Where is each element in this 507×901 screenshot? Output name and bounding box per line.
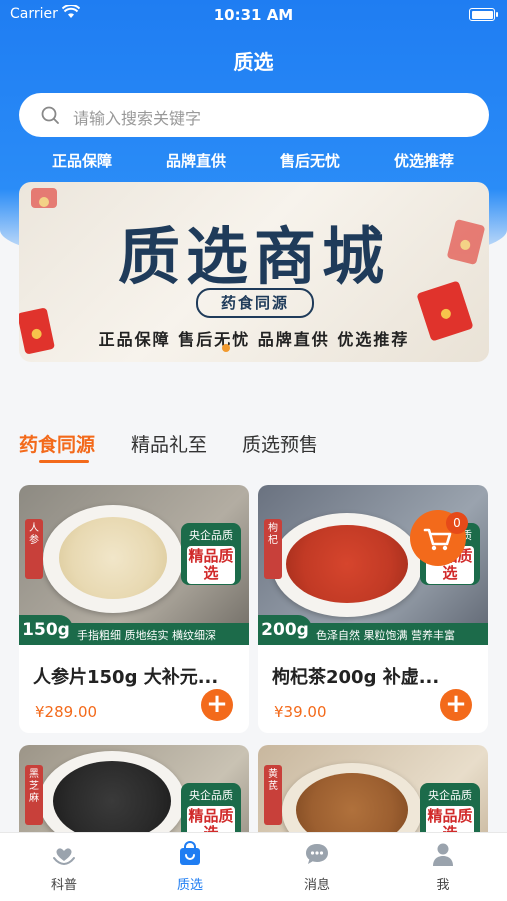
product-image: 人参 央企品质 精品质选 150g 手指粗细 质地结实 横纹细深 <box>19 485 249 645</box>
chat-bubble-icon <box>306 844 328 864</box>
product-weight: 200g <box>258 615 312 645</box>
banner-subtitle: 药食同源 <box>196 288 314 318</box>
feature-brand-direct: 品牌直供 <box>165 152 226 170</box>
product-card[interactable]: 黑芝麻 央企品质 精品质选 <box>19 745 249 845</box>
ginseng-slices <box>59 517 167 599</box>
tab-premium-gifts[interactable]: 精品礼至 <box>131 430 207 457</box>
red-envelope-icon <box>31 188 57 208</box>
feature-after-sales: 售后无忧 <box>279 152 340 170</box>
tabbar-item-select[interactable]: 质选 <box>150 841 230 893</box>
product-image: 黄芪 央企品质 精品质选 <box>258 745 488 845</box>
product-spec-strip: 200g 色泽自然 果粒饱满 营养丰富 <box>258 615 488 645</box>
product-price: ¥39.00 <box>274 703 327 721</box>
badge-top-text: 央企品质 <box>428 789 472 802</box>
side-tag: 黑芝麻 <box>25 765 43 825</box>
side-tag: 黄芪 <box>264 765 282 825</box>
search-icon <box>41 106 59 124</box>
feature-genuine: 正品保障 <box>51 152 112 170</box>
product-spec-strip: 150g 手指粗细 质地结实 横纹细深 <box>19 615 249 645</box>
product-card[interactable]: 黄芪 央企品质 精品质选 <box>258 745 488 845</box>
status-time: 10:31 AM <box>213 6 294 24</box>
plate-image <box>43 505 183 613</box>
add-to-cart-button[interactable]: + <box>201 689 233 721</box>
tabbar-item-messages[interactable]: 消息 <box>277 841 357 893</box>
status-bar: Carrier 10:31 AM <box>0 0 507 30</box>
side-tag: 人参 <box>25 519 43 579</box>
plate-image <box>272 513 422 617</box>
product-weight: 150g <box>19 615 73 645</box>
tabbar-label: 我 <box>436 878 450 893</box>
tabbar-label: 质选 <box>176 878 203 893</box>
banner-title: 质选商城 <box>117 220 390 293</box>
badge-main-text: 精品质选 <box>187 546 235 584</box>
product-feature-desc: 色泽自然 果粒饱满 营养丰富 <box>316 629 455 642</box>
product-name: 人参片150g 大补元... <box>33 667 219 688</box>
tab-food-medicine[interactable]: 药食同源 <box>19 430 95 457</box>
promo-banner[interactable]: 质选商城 药食同源 正品保障 售后无忧 品牌直供 优选推荐 <box>19 182 489 362</box>
black-sesame <box>53 761 171 841</box>
bottom-tab-bar: 科普 质选 消息 我 <box>0 832 507 901</box>
cart-count-badge: 0 <box>446 512 468 534</box>
goji-berries <box>286 525 408 603</box>
badge-top-text: 央企品质 <box>189 789 233 802</box>
tab-presale[interactable]: 质选预售 <box>242 430 318 457</box>
shopping-bag-icon <box>180 841 200 865</box>
side-tag: 枸杞 <box>264 519 282 579</box>
feature-recommend: 优选推荐 <box>393 152 454 170</box>
tabbar-label: 科普 <box>50 878 77 893</box>
active-tab-indicator <box>39 460 89 463</box>
tabbar-label: 消息 <box>303 878 330 893</box>
person-icon <box>433 843 453 866</box>
tabbar-item-science[interactable]: 科普 <box>24 841 104 893</box>
tabbar-item-profile[interactable]: 我 <box>403 841 483 893</box>
add-to-cart-button[interactable]: + <box>440 689 472 721</box>
badge-top-text: 央企品质 <box>189 529 233 542</box>
product-name: 枸杞茶200g 补虚... <box>272 667 440 688</box>
product-image: 黑芝麻 央企品质 精品质选 <box>19 745 249 845</box>
plate-image <box>39 751 185 845</box>
product-price: ¥289.00 <box>35 703 98 721</box>
feature-strip: 正品保障 品牌直供 售后无忧 优选推荐 <box>0 150 507 172</box>
battery-icon <box>469 8 498 21</box>
product-card[interactable]: 人参 央企品质 精品质选 150g 手指粗细 质地结实 横纹细深 人参片150g… <box>19 485 249 733</box>
banner-tagline: 正品保障 售后无忧 品牌直供 优选推荐 <box>98 330 410 349</box>
banner-pager <box>222 337 252 352</box>
product-feature-desc: 手指粗细 质地结实 横纹细深 <box>77 629 216 642</box>
search-input[interactable]: 请输入搜索关键字 <box>19 93 489 137</box>
quality-badge: 央企品质 精品质选 <box>181 523 241 585</box>
heart-hand-icon <box>53 848 75 866</box>
search-placeholder: 请输入搜索关键字 <box>73 109 202 128</box>
pager-dot-active[interactable] <box>222 344 230 352</box>
page-title: 质选 <box>233 50 274 74</box>
